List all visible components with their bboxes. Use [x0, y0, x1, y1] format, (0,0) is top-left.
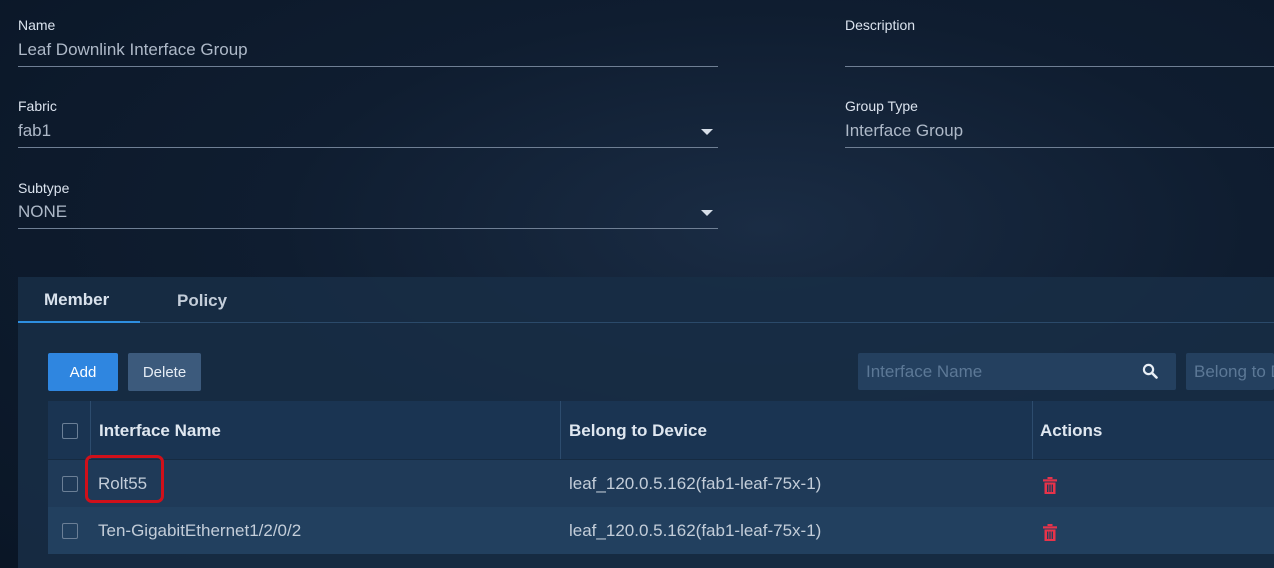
tab-active-indicator — [18, 321, 140, 323]
description-underline — [845, 66, 1274, 67]
column-header-belong-to-device[interactable]: Belong to Device — [569, 421, 707, 441]
device-search[interactable] — [1186, 353, 1274, 390]
table-header: Interface Name Belong to Device Actions — [48, 401, 1274, 459]
interface-name-search[interactable] — [858, 353, 1176, 390]
delete-button[interactable]: Delete — [128, 353, 201, 391]
column-separator — [90, 401, 91, 459]
column-header-interface-name[interactable]: Interface Name — [99, 421, 221, 441]
name-underline — [18, 66, 718, 67]
row-checkbox[interactable] — [62, 476, 78, 492]
column-header-actions: Actions — [1040, 421, 1103, 440]
device-cell: leaf_120.0.5.162(fab1-leaf-75x-1) — [569, 521, 822, 540]
device-cell: leaf_120.0.5.162(fab1-leaf-75x-1) — [569, 474, 822, 493]
fabric-underline — [18, 147, 718, 148]
interface-name-cell: Ten-GigabitEthernet1/2/0/2 — [98, 521, 302, 540]
description-label: Description — [845, 17, 916, 33]
fabric-label: Fabric — [18, 98, 57, 114]
tab-member[interactable]: Member — [44, 290, 109, 310]
chevron-down-icon[interactable] — [701, 129, 713, 135]
subtype-label: Subtype — [18, 180, 70, 196]
name-label: Name — [18, 17, 56, 33]
tab-policy[interactable]: Policy — [177, 291, 227, 311]
name-value[interactable]: Leaf Downlink Interface Group — [18, 40, 248, 60]
group-type-underline — [845, 147, 1274, 148]
subtype-underline — [18, 228, 718, 229]
search-icon[interactable] — [1142, 363, 1158, 379]
row-checkbox[interactable] — [62, 523, 78, 539]
trash-icon[interactable] — [1043, 524, 1057, 541]
add-button[interactable]: Add — [48, 353, 118, 391]
subtype-value[interactable]: NONE — [18, 202, 67, 222]
trash-icon[interactable] — [1043, 477, 1057, 494]
device-search-input[interactable] — [1186, 353, 1274, 390]
table-row[interactable]: Rolt55 leaf_120.0.5.162(fab1-leaf-75x-1) — [48, 460, 1274, 507]
column-separator — [560, 401, 561, 459]
column-separator — [1032, 401, 1033, 459]
interface-name-cell: Rolt55 — [98, 474, 148, 493]
table-row[interactable]: Ten-GigabitEthernet1/2/0/2 leaf_120.0.5.… — [48, 507, 1274, 554]
member-table: Interface Name Belong to Device Actions … — [48, 401, 1274, 554]
chevron-down-icon[interactable] — [701, 210, 713, 216]
group-type-label: Group Type — [845, 98, 918, 114]
tab-divider — [18, 322, 1274, 323]
group-type-value: Interface Group — [845, 121, 964, 140]
interface-name-search-input[interactable] — [858, 353, 1176, 390]
select-all-checkbox[interactable] — [62, 423, 78, 439]
fabric-value[interactable]: fab1 — [18, 121, 51, 141]
